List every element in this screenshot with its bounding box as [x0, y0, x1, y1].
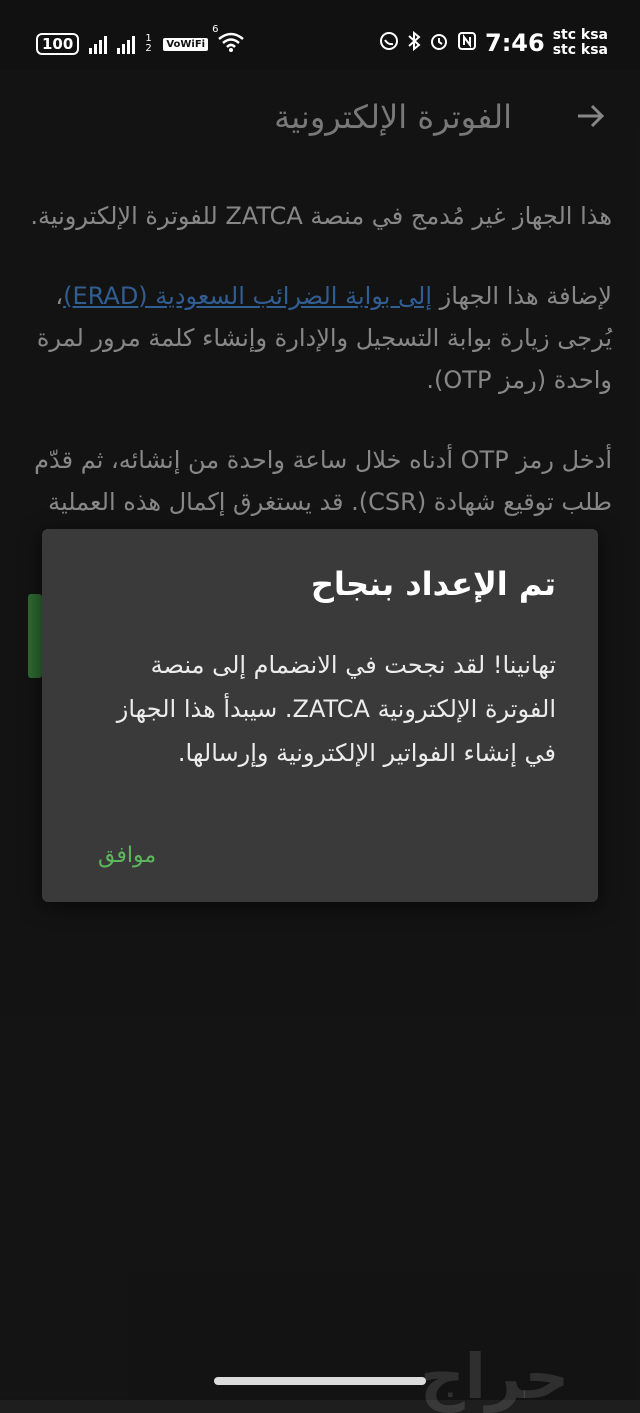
- nfc-icon: [457, 31, 477, 56]
- signal-strength-2-icon: [117, 34, 136, 54]
- carrier-labels: stc ksa stc ksa: [553, 28, 608, 58]
- signal-strength-icon: [89, 34, 108, 54]
- haraj-watermark: حراج: [420, 1340, 570, 1413]
- status-left: 100 1 2 VoWiFi 6: [36, 24, 244, 56]
- home-indicator[interactable]: [214, 1377, 426, 1385]
- carrier-1: stc ksa: [552, 27, 608, 43]
- status-right: 7:46 stc ksa stc ksa: [379, 28, 608, 58]
- clock: 7:46: [485, 29, 545, 57]
- dialog-title: تم الإعداد بنجاح: [310, 565, 556, 603]
- dialog-message: تهانينا! لقد نجحت في الانضمام إلى منصة ا…: [116, 651, 556, 767]
- alarm-icon: [429, 31, 449, 56]
- wifi-icon: 6: [212, 24, 244, 56]
- whatsapp-icon: [379, 31, 399, 56]
- battery-indicator: 100: [36, 33, 80, 55]
- bluetooth-icon: [407, 30, 421, 56]
- vowifi-badge: VoWiFi: [163, 37, 209, 51]
- ok-button[interactable]: موافق: [98, 843, 156, 868]
- wifi-badge: 6: [212, 24, 219, 35]
- sim-indicator: 1 2: [145, 33, 152, 54]
- carrier-2: stc ksa: [552, 42, 608, 58]
- status-bar: 100 1 2 VoWiFi 6 7:46 stc ksa stc ksa: [0, 0, 640, 70]
- success-dialog: تم الإعداد بنجاح تهانينا! لقد نجحت في ال…: [42, 529, 598, 902]
